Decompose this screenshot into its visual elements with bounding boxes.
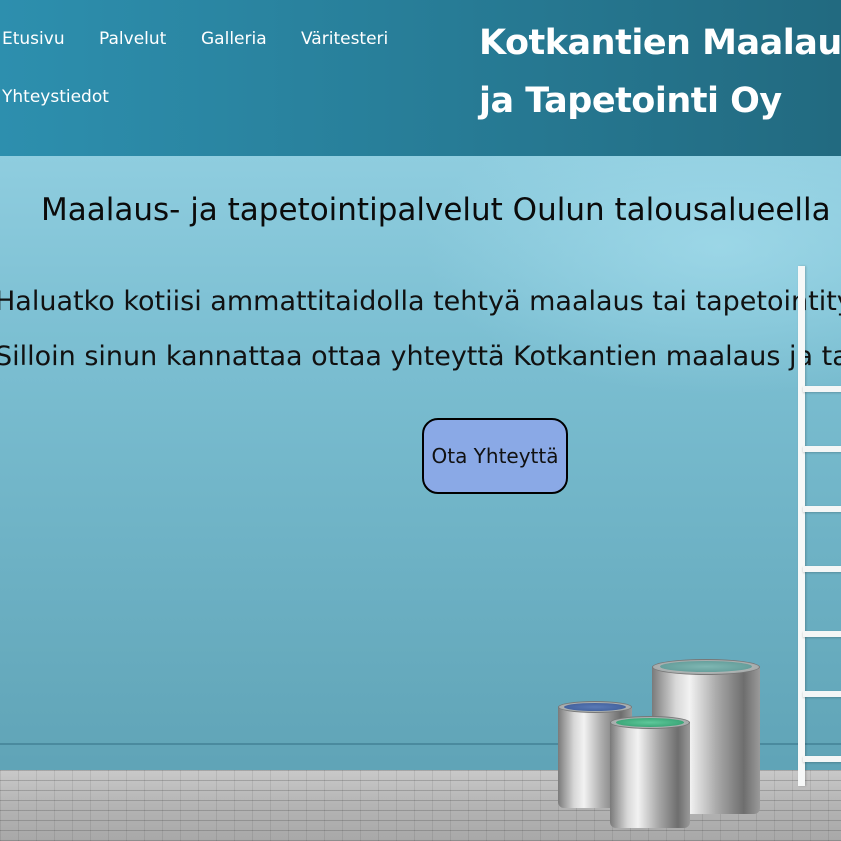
hero-heading: Maalaus- ja tapetointipalvelut Oulun tal… — [41, 192, 831, 228]
nav-link-etusivu[interactable]: Etusivu — [2, 29, 65, 49]
ladder-rung — [803, 756, 841, 762]
hero-section: Maalaus- ja tapetointipalvelut Oulun tal… — [0, 156, 841, 841]
contact-button[interactable]: Ota Yhteyttä — [422, 418, 568, 494]
ladder-rung — [803, 691, 841, 697]
ladder-image — [798, 266, 841, 786]
ladder-rung — [803, 386, 841, 392]
nav-link-galleria[interactable]: Galleria — [201, 29, 267, 49]
site-title: Kotkantien Maalaus ja Tapetointi Oy — [479, 23, 841, 121]
ladder-rung — [803, 446, 841, 452]
hero-text-line-1: Haluatko kotiisi ammattitaidolla tehtyä … — [0, 286, 841, 317]
ladder-rung — [803, 631, 841, 637]
ladder-rung — [803, 566, 841, 572]
ladder-rung — [803, 506, 841, 512]
contact-button-label: Ota Yhteyttä — [431, 444, 559, 468]
nav-link-variteseri[interactable]: Väritesteri — [301, 29, 388, 49]
nav-link-yhteystiedot[interactable]: Yhteystiedot — [2, 87, 109, 107]
page: Etusivu Palvelut Galleria Väritesteri Yh… — [0, 0, 841, 841]
site-header: Etusivu Palvelut Galleria Väritesteri Yh… — [0, 0, 841, 156]
ladder-rail-left — [798, 266, 805, 786]
hero-text-line-2: Silloin sinun kannattaa ottaa yhteyttä K… — [0, 341, 841, 372]
nav-link-palvelut[interactable]: Palvelut — [99, 29, 166, 49]
paint-can-green — [610, 716, 690, 828]
